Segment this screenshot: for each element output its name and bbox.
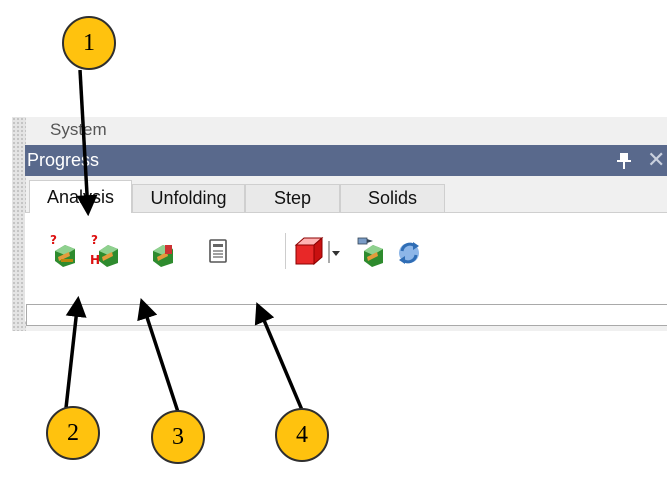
callout-badge-2: 2 — [46, 406, 100, 460]
callout-badge-3: 3 — [151, 410, 205, 464]
callout-badge-1: 1 — [62, 16, 116, 70]
callout-1-arrow — [76, 69, 98, 217]
callout-badge-4: 4 — [275, 408, 329, 462]
callout-3-arrow — [137, 298, 180, 413]
callout-2-arrow — [64, 295, 87, 409]
callout-arrows — [64, 69, 304, 413]
callout-4-arrow — [254, 302, 304, 411]
